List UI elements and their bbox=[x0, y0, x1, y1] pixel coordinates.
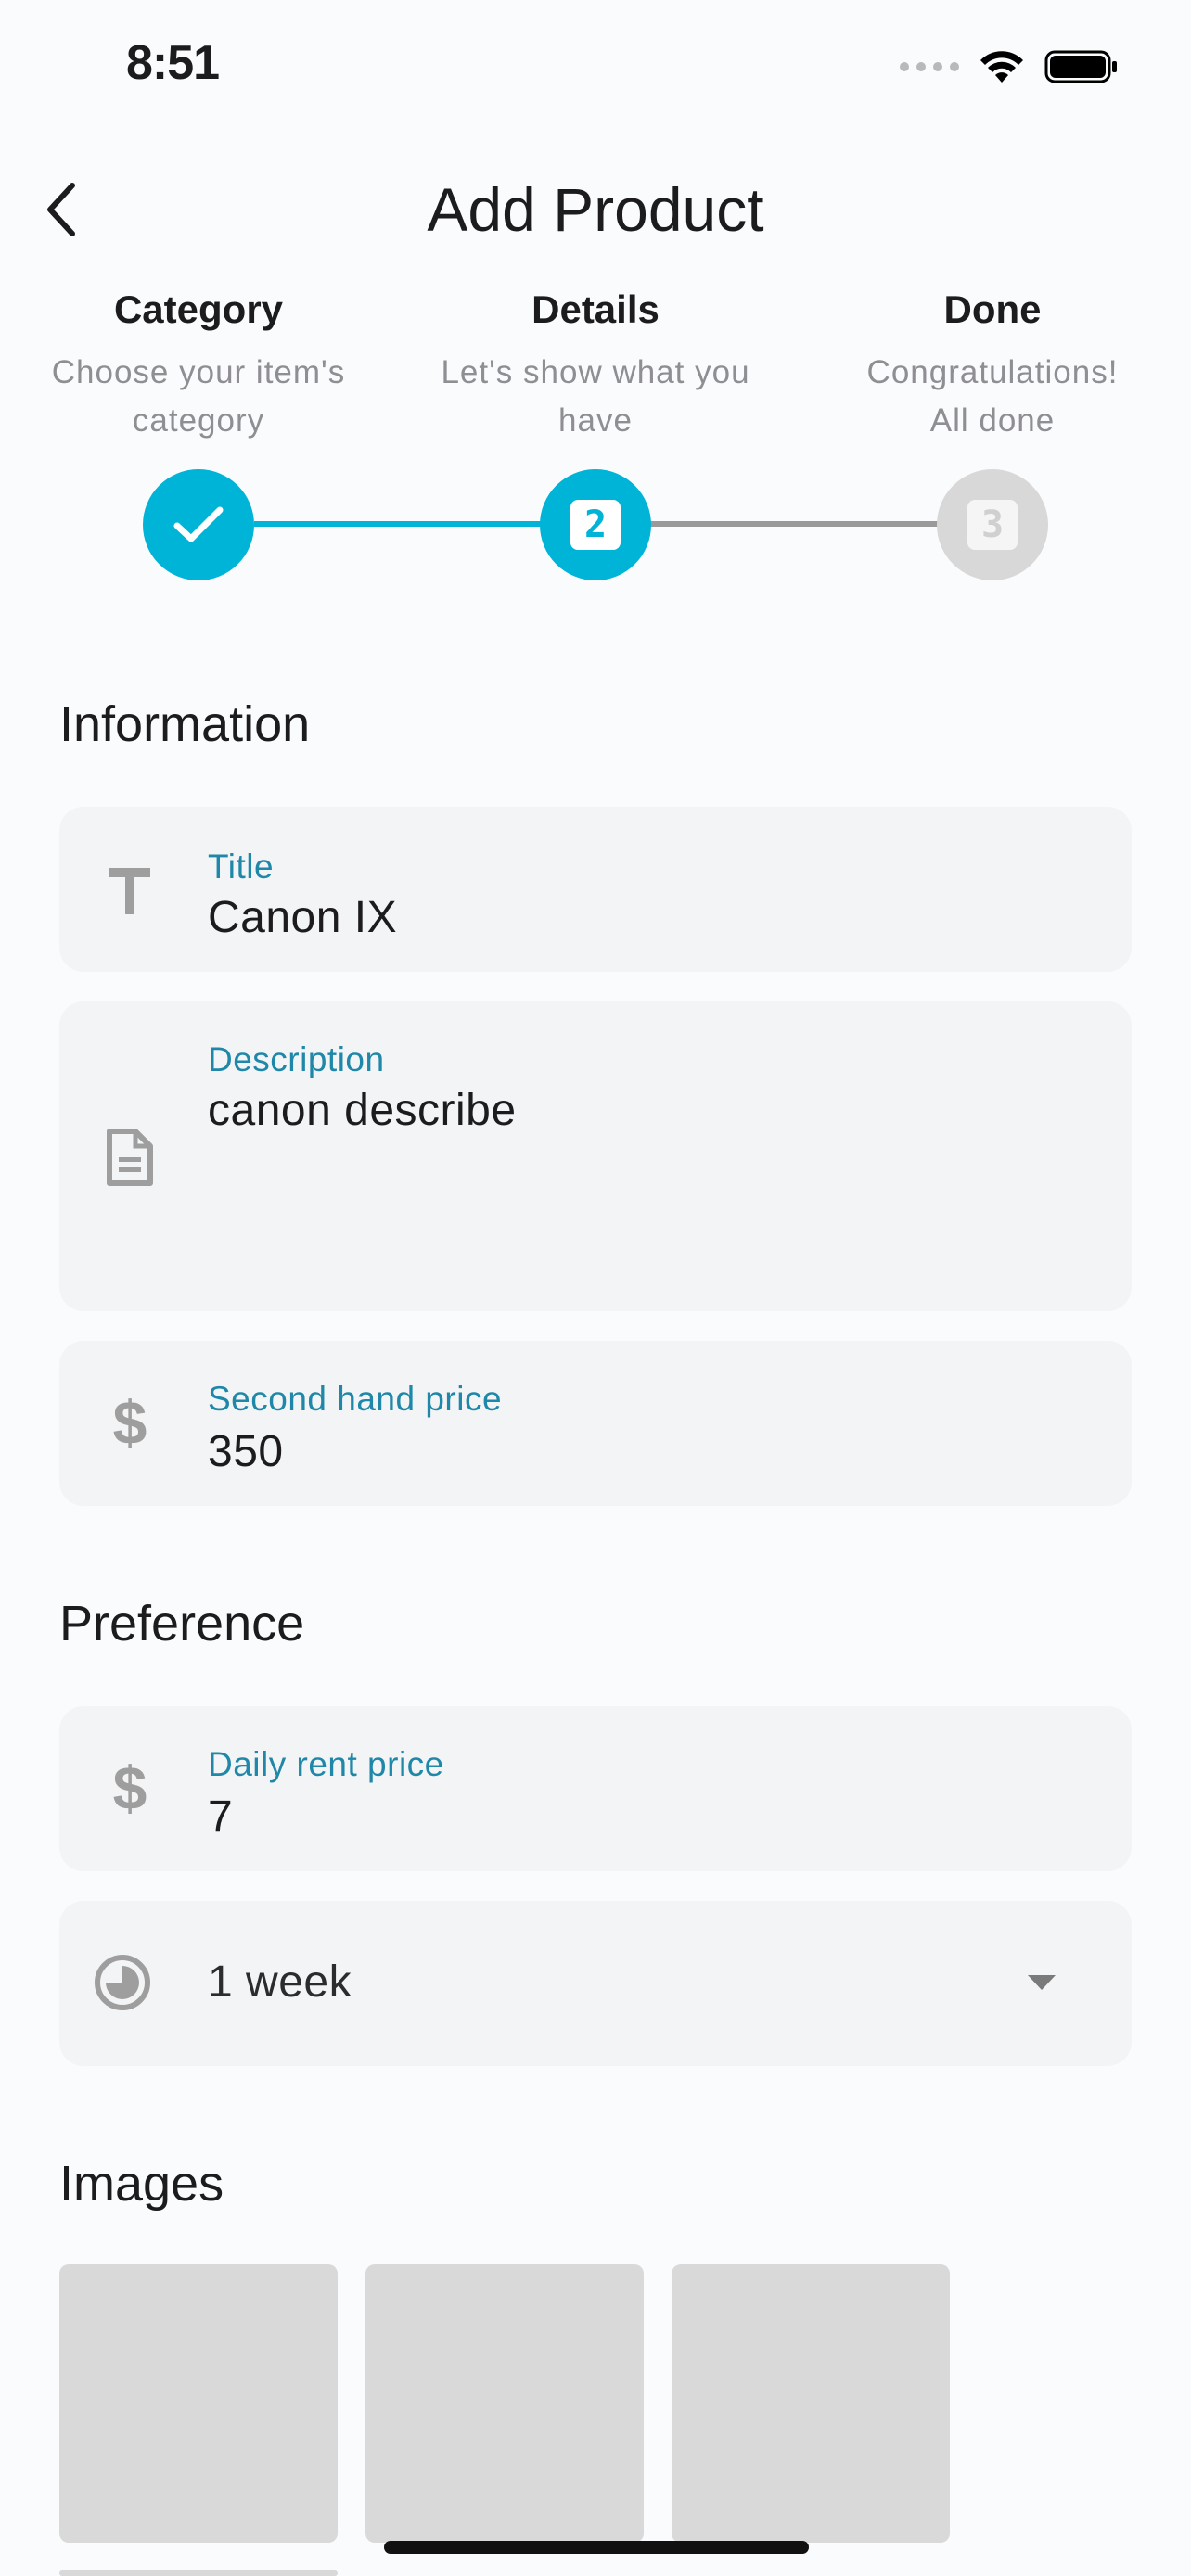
preference-heading: Preference bbox=[59, 1596, 305, 1651]
dropdown-arrow-icon bbox=[1026, 1973, 1057, 1996]
step-done: Done Congratulations! All done bbox=[807, 287, 1178, 445]
dollar-icon: $ bbox=[112, 1753, 147, 1822]
step-title: Category bbox=[113, 287, 284, 331]
document-icon bbox=[100, 1128, 160, 1187]
step-subtitle: Let's show what you bbox=[441, 354, 750, 390]
page-title: Add Product bbox=[427, 175, 764, 244]
daily-rent-price-value[interactable]: 7 bbox=[208, 1792, 233, 1843]
images-heading: Images bbox=[59, 2156, 224, 2212]
step-subtitle: Choose your item's bbox=[51, 354, 346, 390]
description-field[interactable]: Description canon describe bbox=[59, 1001, 1132, 1311]
step-number: 2 bbox=[570, 500, 621, 550]
rent-duration-select[interactable]: 1 week bbox=[59, 1901, 1132, 2066]
dollar-icon: $ bbox=[112, 1388, 147, 1457]
wifi-icon bbox=[980, 51, 1023, 83]
image-slot[interactable] bbox=[365, 2264, 644, 2543]
step-title: Details bbox=[531, 287, 660, 331]
status-time: 8:51 bbox=[126, 36, 220, 90]
clock-icon bbox=[93, 1953, 152, 2012]
rent-duration-value: 1 week bbox=[208, 1958, 352, 2007]
home-indicator bbox=[384, 2541, 809, 2554]
status-icons bbox=[900, 41, 1119, 93]
step-indicator-category[interactable] bbox=[143, 469, 254, 580]
step-subtitle: All done bbox=[929, 402, 1056, 439]
step-category: Category Choose your item's category bbox=[13, 287, 384, 445]
step-connector-complete bbox=[254, 521, 542, 527]
title-field-value[interactable]: Canon IX bbox=[208, 892, 397, 943]
battery-icon bbox=[1044, 50, 1117, 83]
image-slot[interactable] bbox=[672, 2264, 950, 2543]
image-slot[interactable] bbox=[59, 2264, 338, 2543]
image-slot[interactable] bbox=[59, 2570, 338, 2576]
description-field-value[interactable]: canon describe bbox=[208, 1085, 517, 1136]
second-hand-price-label: Second hand price bbox=[208, 1380, 503, 1418]
step-subtitle: category bbox=[132, 402, 265, 439]
step-number: 3 bbox=[967, 500, 1018, 550]
step-details: Details Let's show what you have bbox=[410, 287, 781, 445]
step-subtitle: have bbox=[558, 402, 633, 439]
second-hand-price-value[interactable]: 350 bbox=[208, 1426, 284, 1477]
daily-rent-price-label: Daily rent price bbox=[208, 1745, 444, 1783]
step-title: Done bbox=[943, 287, 1042, 331]
step-connector-pending bbox=[649, 521, 939, 527]
step-subtitle: Congratulations! bbox=[866, 354, 1119, 390]
daily-rent-price-field[interactable]: $ Daily rent price 7 bbox=[59, 1706, 1132, 1871]
step-indicator-details[interactable]: 2 bbox=[540, 469, 651, 580]
cellular-signal-icon bbox=[900, 62, 959, 71]
second-hand-price-field[interactable]: $ Second hand price 350 bbox=[59, 1341, 1132, 1506]
check-icon bbox=[173, 506, 224, 542]
text-icon bbox=[100, 861, 160, 920]
title-field-label: Title bbox=[208, 848, 275, 886]
step-indicator-done[interactable]: 3 bbox=[937, 469, 1048, 580]
title-field[interactable]: Title Canon IX bbox=[59, 807, 1132, 972]
description-field-label: Description bbox=[208, 1040, 385, 1078]
information-heading: Information bbox=[59, 696, 311, 752]
